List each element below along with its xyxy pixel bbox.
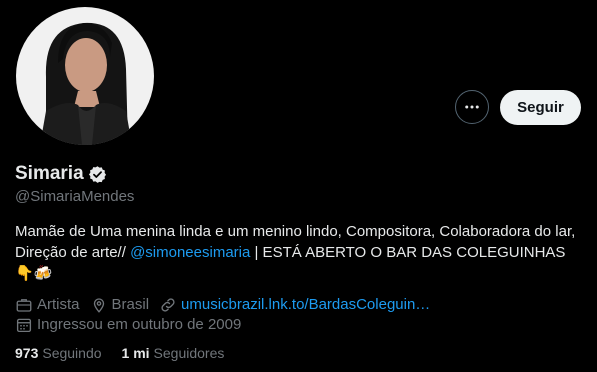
followers-count[interactable]: 1 mi Seguidores xyxy=(122,345,225,361)
bio-text-after: | ESTÁ ABERTO O BAR DAS COLEGUINHAS xyxy=(250,244,566,261)
bio-emoji: 👇🍻 xyxy=(15,265,53,282)
display-name: Simaria xyxy=(15,163,84,184)
location-pin-icon xyxy=(93,298,104,313)
profile-bio: Mamãe de Uma menina linda e um menino li… xyxy=(15,221,585,284)
category-label: Artista xyxy=(37,296,80,313)
following-value: 973 xyxy=(15,345,39,361)
avatar-image xyxy=(16,7,154,145)
name-row: Simaria xyxy=(15,163,107,185)
followers-label: Seguidores xyxy=(153,345,225,361)
user-handle: @SimariaMendes xyxy=(15,188,135,205)
followers-value: 1 mi xyxy=(121,345,150,361)
joined-item: Ingressou em outubro de 2009 xyxy=(15,315,241,335)
follow-button[interactable]: Seguir xyxy=(500,90,581,125)
bio-mention-link[interactable]: @simoneesimaria xyxy=(130,244,250,261)
website-item[interactable]: umusicbrazil.lnk.to/BardasColeguin… xyxy=(159,295,430,315)
following-count[interactable]: 973 Seguindo xyxy=(15,345,102,361)
website-link[interactable]: umusicbrazil.lnk.to/BardasColeguin… xyxy=(181,295,430,315)
follow-counts: 973 Seguindo 1 mi Seguidores xyxy=(15,345,244,361)
calendar-icon xyxy=(16,318,32,333)
more-options-button[interactable] xyxy=(455,90,489,124)
more-horizontal-icon xyxy=(465,105,479,109)
category-item: Artista xyxy=(15,295,80,315)
profile-avatar[interactable] xyxy=(16,7,154,145)
profile-meta: Artista Brasil umusicbrazil.lnk.to/Barda… xyxy=(15,295,585,335)
following-label: Seguindo xyxy=(42,345,102,361)
follow-button-label: Seguir xyxy=(517,99,564,116)
joined-label: Ingressou em outubro de 2009 xyxy=(37,316,242,333)
verified-badge-icon[interactable] xyxy=(88,165,107,184)
briefcase-icon xyxy=(16,299,32,312)
location-label: Brasil xyxy=(111,296,150,313)
location-item: Brasil xyxy=(90,295,150,315)
link-icon xyxy=(161,298,175,312)
